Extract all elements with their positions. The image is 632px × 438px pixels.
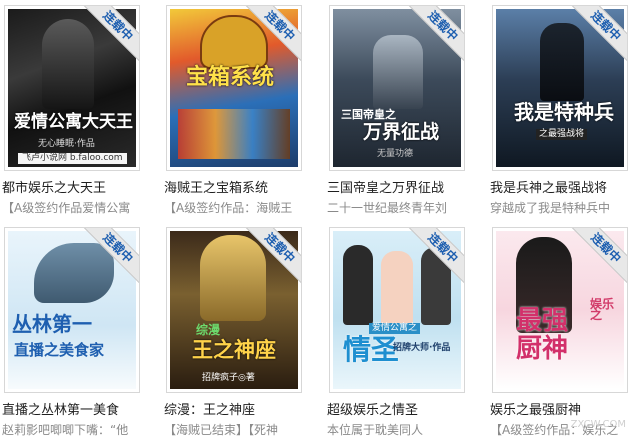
book-cover[interactable]: 三国帝皇之 万界征战 无量功德 连载中 (329, 5, 465, 171)
cover-title: 王之神座 (192, 338, 276, 362)
cover-title: 爱情公寓大天王 (14, 112, 133, 132)
book-title[interactable]: 都市娱乐之大天王 (2, 177, 152, 196)
cover-footer: 招牌大师·作品 (393, 343, 451, 353)
cover-figure (540, 23, 584, 101)
cover-figure (200, 235, 266, 321)
book-cover[interactable]: 我是特种兵 之最强战将 连载中 (492, 5, 628, 171)
cover-subtitle: 之最强战将 (536, 129, 588, 140)
cover-subtitle: 无心睡眠·作品 (38, 139, 95, 149)
cover-subtitle: 三国帝皇之 (341, 108, 396, 121)
book-cover[interactable]: 丛林第一 直播之美食家 连载中 (4, 227, 140, 393)
book-card[interactable]: 娱乐之 最强厨神 连载中 娱乐之最强厨神 【A级签约作品：娱乐之 (490, 225, 632, 437)
cover-footer: 飞卢小说网 b.faloo.com (18, 153, 127, 164)
cover-subtitle: 综漫 (196, 323, 221, 337)
book-cover[interactable]: 综漫 王之神座 招牌疯子◎著 连载中 (166, 227, 302, 393)
book-description: 【A级签约作品：海贼王 (164, 201, 293, 215)
book-description: 【A级签约作品爱情公寓 (2, 201, 131, 215)
site-watermark: ZXCW.COM (570, 419, 626, 430)
book-cover[interactable]: 娱乐之 最强厨神 连载中 (492, 227, 628, 393)
cover-title: 最强厨神 (516, 306, 569, 364)
cover-figure (42, 19, 94, 109)
cover-title: 宝箱系统 (186, 65, 275, 90)
cover-figure-2 (381, 251, 413, 327)
book-description: 本位属于耽美同人 (327, 423, 424, 437)
book-title[interactable]: 直播之丛林第一美食 (2, 399, 152, 418)
cover-crowd (178, 109, 290, 159)
cover-figure (373, 35, 423, 109)
book-card[interactable]: 综漫 王之神座 招牌疯子◎著 连载中 综漫：王之神座 【海贼已结束】【死神 (164, 225, 314, 437)
book-card[interactable]: 爱情公寓大天王 无心睡眠·作品 飞卢小说网 b.faloo.com 连载中 都市… (2, 3, 152, 215)
book-description: 二十一世纪最终青年刘 (327, 201, 448, 215)
book-cover[interactable]: 爱情公寓大天王 无心睡眠·作品 飞卢小说网 b.faloo.com 连载中 (4, 5, 140, 171)
cover-title: 万界征战 (363, 121, 440, 143)
cover-title: 丛林第一 (12, 312, 92, 336)
cover-footer: 招牌疯子◎著 (202, 373, 255, 383)
book-cover[interactable]: 宝箱系统 连载中 (166, 5, 302, 171)
book-grid: 爱情公寓大天王 无心睡眠·作品 飞卢小说网 b.faloo.com 连载中 都市… (0, 0, 632, 437)
book-card[interactable]: 三国帝皇之 万界征战 无量功德 连载中 三国帝皇之万界征战 二十一世纪最终青年刘 (327, 3, 477, 215)
book-title[interactable]: 海贼王之宝箱系统 (164, 177, 314, 196)
book-card[interactable]: 我是特种兵 之最强战将 连载中 我是兵神之最强战将 穿越成了我是特种兵中 (490, 3, 632, 215)
cover-title: 情圣 (343, 333, 400, 366)
book-cover[interactable]: 爱情公寓之 情圣 招牌大师·作品 连载中 (329, 227, 465, 393)
cover-figure-1 (343, 245, 373, 325)
cover-title: 我是特种兵 (514, 100, 614, 124)
book-title[interactable]: 综漫：王之神座 (164, 399, 314, 418)
book-card[interactable]: 丛林第一 直播之美食家 连载中 直播之丛林第一美食 赵莉影吧唧唧下嘴：“他 (2, 225, 152, 437)
book-title[interactable]: 我是兵神之最强战将 (490, 177, 632, 196)
book-title[interactable]: 超级娱乐之情圣 (327, 399, 477, 418)
book-title[interactable]: 娱乐之最强厨神 (490, 399, 632, 418)
cover-subtitle: 娱乐之 (590, 297, 615, 322)
book-description: 【海贼已结束】【死神 (164, 423, 279, 437)
book-card[interactable]: 爱情公寓之 情圣 招牌大师·作品 连载中 超级娱乐之情圣 本位属于耽美同人 (327, 225, 477, 437)
cover-shark (34, 243, 114, 303)
book-description: 穿越成了我是特种兵中 (490, 201, 611, 215)
cover-figure (200, 15, 268, 69)
cover-subtitle: 直播之美食家 (14, 341, 105, 359)
cover-footer: 无量功德 (377, 149, 414, 159)
book-title[interactable]: 三国帝皇之万界征战 (327, 177, 477, 196)
book-description: 赵莉影吧唧唧下嘴：“他 (2, 423, 129, 437)
book-card[interactable]: 宝箱系统 连载中 海贼王之宝箱系统 【A级签约作品：海贼王 (164, 3, 314, 215)
